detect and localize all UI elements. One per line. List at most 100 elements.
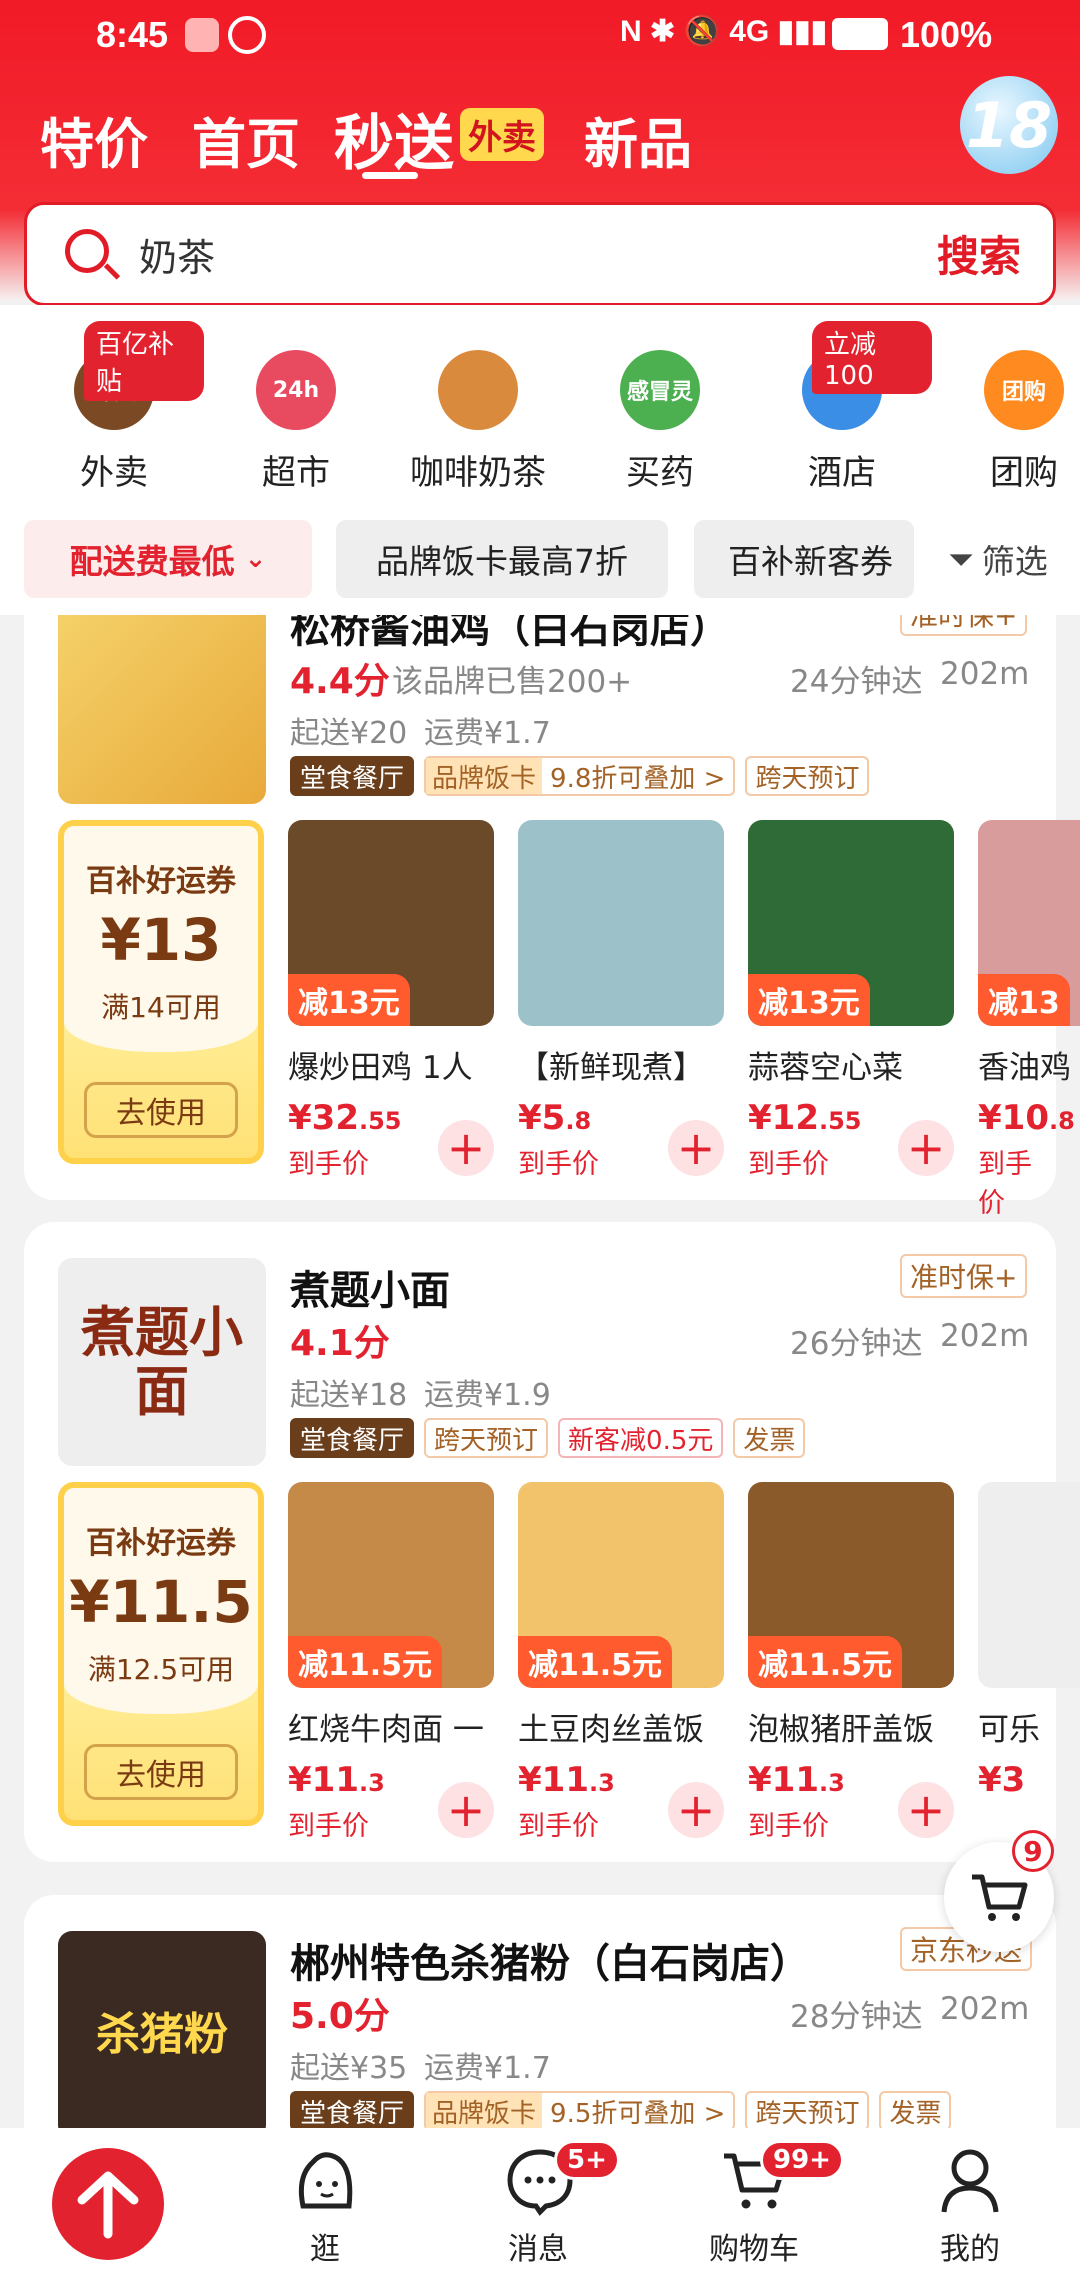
store-distance: 202m bbox=[940, 1318, 1030, 1354]
category-coffee-cup[interactable]: 咖啡奶茶 bbox=[388, 305, 568, 505]
use-coupon-button[interactable]: 去使用 bbox=[84, 1744, 238, 1800]
tag-label: 发票 bbox=[889, 2098, 942, 2129]
store-tag: 发票 bbox=[733, 1418, 806, 1458]
tag-label: 跨天预订 bbox=[434, 1425, 539, 1456]
mute-icon: 🔕 bbox=[683, 15, 721, 48]
floating-cart-count: 9 bbox=[1012, 1830, 1054, 1872]
item-image[interactable]: 减11.5元 bbox=[518, 1482, 724, 1688]
item-price-decimal: .3 bbox=[588, 1769, 615, 1797]
battery-level: 100% bbox=[900, 14, 993, 55]
use-coupon-button[interactable]: 去使用 bbox=[84, 1082, 238, 1138]
tab-instant-delivery[interactable]: 秒送 bbox=[334, 95, 454, 182]
item-image[interactable]: 减13 bbox=[978, 820, 1080, 1026]
search-button[interactable]: 搜索 bbox=[937, 223, 1021, 284]
filter-chip-new-customer-coupon[interactable]: 百补新客券 bbox=[694, 520, 914, 598]
tag-extra: 9.5折可叠加 > bbox=[550, 2098, 726, 2129]
item-image[interactable] bbox=[518, 820, 724, 1026]
tag-label: 新客减0.5元 bbox=[568, 1425, 714, 1456]
delivery-fee: 运费¥1.7 bbox=[424, 716, 551, 751]
network-indicator: N ✱ 🔕 4G ▮▮▮ bbox=[620, 14, 827, 49]
profile-icon bbox=[941, 2149, 999, 2213]
cart-icon bbox=[972, 1874, 1028, 1921]
category-hotel[interactable]: 酒店 立减100 bbox=[752, 305, 932, 505]
item-image[interactable]: 减11.5元 bbox=[288, 1482, 494, 1688]
add-to-cart-button[interactable]: + bbox=[668, 1782, 724, 1838]
anniversary-promo-badge[interactable]: 18 bbox=[960, 76, 1058, 174]
item-price-main: ¥5 bbox=[518, 1098, 566, 1138]
item-image[interactable]: 减11.5元 bbox=[748, 1482, 954, 1688]
item-price: ¥11.3 bbox=[748, 1760, 845, 1800]
min-order: 起送¥35 bbox=[290, 2051, 408, 2086]
item-price-label: 到手价 bbox=[288, 1811, 369, 1842]
store-name: 煮题小面 bbox=[290, 1268, 450, 1314]
bottom-nav-label: 我的 bbox=[940, 2232, 1000, 2267]
speed-icon bbox=[228, 16, 266, 54]
item-price: ¥11.3 bbox=[288, 1760, 385, 1800]
item-price-decimal: .55 bbox=[818, 1107, 862, 1135]
scroll-to-top-button[interactable] bbox=[52, 2148, 164, 2260]
item-discount-badge: 减11.5元 bbox=[288, 1636, 443, 1688]
item-name: 土豆肉丝盖饭 bbox=[518, 1712, 704, 1748]
item-price-main: ¥11 bbox=[518, 1760, 589, 1800]
status-time: 8:45 bbox=[96, 14, 169, 55]
guarantee-badge[interactable]: 准时保+ bbox=[900, 1254, 1028, 1298]
tag-label: 跨天预订 bbox=[755, 763, 860, 794]
item-name: 爆炒田鸡 1人 bbox=[288, 1050, 473, 1086]
tab-special-price[interactable]: 特价 bbox=[40, 100, 148, 179]
tab-new-products[interactable]: 新品 bbox=[584, 100, 692, 179]
bottom-nav-cart[interactable]: 99+ 购物车 bbox=[684, 2140, 844, 2276]
filter-chip-brand-meal-card[interactable]: 品牌饭卡最高7折 bbox=[336, 520, 668, 598]
bottom-nav-label: 逛 bbox=[310, 2232, 340, 2267]
item-price-main: ¥32 bbox=[288, 1098, 359, 1138]
filter-button[interactable]: ⏷ 筛选 bbox=[916, 520, 1080, 598]
item-name: 蒜蓉空心菜 bbox=[748, 1050, 903, 1086]
store-name: 郴州特色杀猪粉（白石岗店） bbox=[290, 1941, 810, 1987]
store-card[interactable]: 松桥酱油鸡（白石岗店） 准时保+ 4.4分 该品牌已售200+ 24分钟达 202m 起送¥… bbox=[24, 615, 1080, 1219]
item-price-label: 到手价 bbox=[978, 1149, 1032, 1219]
funnel-icon: ⏷ bbox=[948, 539, 974, 578]
store-sales: 该品牌已售200+ bbox=[392, 664, 633, 700]
item-image[interactable]: 减13元 bbox=[288, 820, 494, 1026]
chevron-down-icon: ⌄ bbox=[244, 544, 267, 574]
guarantee-badge[interactable]: 准时保+ bbox=[900, 615, 1028, 636]
bottom-nav-messages[interactable]: 5+ 消息 bbox=[468, 2140, 620, 2276]
category-group-buy[interactable]: 团购 团购 bbox=[934, 305, 1080, 505]
category-label: 咖啡奶茶 bbox=[410, 453, 546, 493]
medicine-icon: 感冒灵 bbox=[620, 350, 700, 430]
group-buy-icon: 团购 bbox=[984, 350, 1064, 430]
category-takeout[interactable]: 外卖外卖百亿补贴 bbox=[24, 305, 204, 505]
search-bar[interactable]: 奶茶 搜索 bbox=[24, 202, 1056, 306]
filter-chip-lowest-delivery-fee[interactable]: 配送费最低 ⌄ bbox=[24, 520, 312, 598]
category-medicine[interactable]: 感冒灵 买药 bbox=[570, 305, 750, 505]
category-supermarket[interactable]: 24h 超市 bbox=[206, 305, 386, 505]
nfc-icon: N bbox=[620, 15, 642, 48]
add-to-cart-button[interactable]: + bbox=[438, 1782, 494, 1838]
coupon-title: 百补好运券 bbox=[86, 864, 236, 899]
store-card[interactable]: 杀猪粉 郴州特色杀猪粉（白石岗店） 京东秒送 5.0分 28分钟达 202m 起送¥35 运费… bbox=[24, 1895, 1056, 2128]
add-to-cart-button[interactable]: + bbox=[898, 1782, 954, 1838]
item-price: ¥12.55 bbox=[748, 1098, 862, 1138]
tag-extra: 9.8折可叠加 > bbox=[550, 763, 726, 794]
store-name: 松桥酱油鸡（白石岗店） bbox=[290, 615, 730, 652]
add-to-cart-button[interactable]: + bbox=[438, 1120, 494, 1176]
item-name: 香油鸡 bbox=[978, 1050, 1071, 1086]
browse-mascot-icon bbox=[298, 2152, 353, 2209]
add-to-cart-button[interactable]: + bbox=[898, 1120, 954, 1176]
tab-home[interactable]: 首页 bbox=[192, 100, 300, 179]
item-price-main: ¥11 bbox=[288, 1760, 359, 1800]
bottom-nav-profile[interactable]: 我的 bbox=[900, 2146, 1040, 2276]
category-promo-badge: 立减100 bbox=[812, 321, 932, 394]
store-card[interactable]: 煮题小面 煮题小面 准时保+ 4.1分 26分钟达 202m 起送¥18 运费¥1.9 堂食餐厅… bbox=[24, 1222, 1080, 1862]
cart-badge: 99+ bbox=[760, 2140, 844, 2180]
coupon-value: ¥13 bbox=[100, 906, 222, 974]
add-to-cart-button[interactable]: + bbox=[668, 1120, 724, 1176]
category-label: 超市 bbox=[262, 453, 330, 493]
category-label: 买药 bbox=[626, 453, 694, 493]
item-image[interactable] bbox=[978, 1482, 1080, 1688]
item-image[interactable]: 减13元 bbox=[748, 820, 954, 1026]
search-input[interactable]: 奶茶 bbox=[139, 227, 215, 282]
store-distance: 202m bbox=[940, 656, 1030, 692]
bottom-nav-browse[interactable]: 逛 bbox=[255, 2146, 395, 2276]
item-name: 泡椒猪肝盖饭 bbox=[748, 1712, 934, 1748]
delivery-eta: 28分钟达 bbox=[790, 1999, 923, 2035]
